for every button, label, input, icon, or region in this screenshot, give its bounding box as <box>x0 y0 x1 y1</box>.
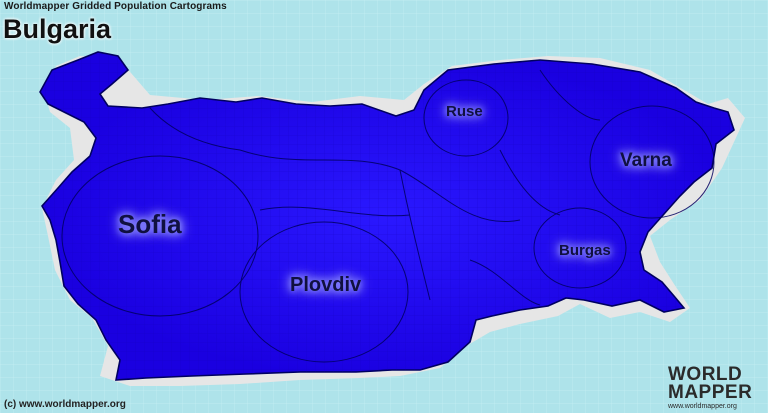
logo-word-mapper: MAPPER <box>668 382 753 403</box>
series-title: Worldmapper Gridded Population Cartogram… <box>4 1 227 12</box>
logo-url: www.worldmapper.org <box>668 403 737 410</box>
country-title: Bulgaria <box>3 14 112 44</box>
cartogram-map: Worldmapper Gridded Population Cartogram… <box>0 0 768 413</box>
city-label-burgas: Burgas <box>559 242 611 259</box>
city-label-varna: Varna <box>620 150 672 171</box>
worldmapper-logo: WORLD MAPPER www.worldmapper.org <box>668 365 764 410</box>
city-label-ruse: Ruse <box>446 103 483 120</box>
city-label-sofia: Sofia <box>118 209 182 239</box>
map-canvas <box>0 0 768 413</box>
copyright-notice: (c) www.worldmapper.org <box>4 399 126 410</box>
city-label-plovdiv: Plovdiv <box>290 274 362 296</box>
